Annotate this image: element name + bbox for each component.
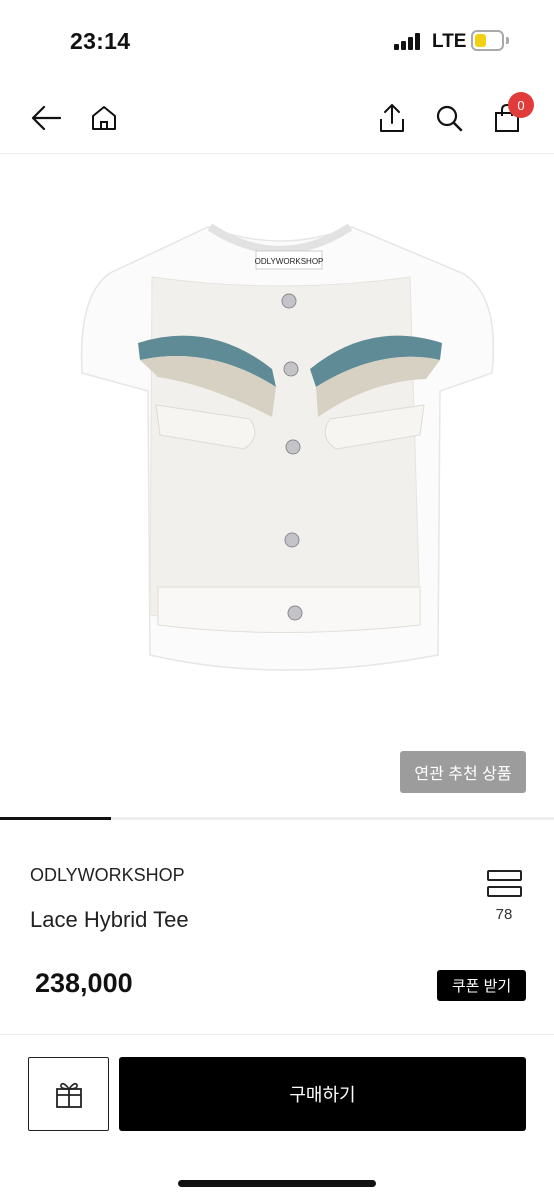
divider (0, 1034, 554, 1035)
gift-icon (55, 1082, 82, 1108)
gift-button[interactable] (28, 1057, 109, 1131)
image-progress-bar (0, 817, 554, 820)
product-image[interactable]: ODLYWORKSHOP (0, 155, 554, 817)
status-bar: 23:14 LTE (0, 0, 554, 84)
home-indicator[interactable] (178, 1180, 376, 1187)
brand-name[interactable]: ODLYWORKSHOP (30, 865, 185, 886)
arrow-left-icon[interactable] (26, 98, 66, 138)
buy-button[interactable]: 구매하기 (119, 1057, 526, 1131)
home-icon[interactable] (84, 98, 124, 138)
coupon-button[interactable]: 쿠폰 받기 (437, 970, 526, 1001)
compare-count: 78 (495, 906, 513, 923)
status-time: 23:14 (70, 28, 131, 54)
product-title: Lace Hybrid Tee (30, 907, 189, 932)
product-image-label: ODLYWORKSHOP (255, 257, 324, 266)
share-icon[interactable] (372, 98, 412, 138)
product-price: 238,000 (35, 968, 133, 998)
battery-tip (506, 37, 509, 44)
related-products-button[interactable]: 연관 추천 상품 (400, 751, 526, 793)
cart-count-badge: 0 (508, 92, 534, 118)
search-icon[interactable] (429, 98, 469, 138)
compare-icon[interactable]: 78 (484, 866, 524, 930)
nav-bar (0, 84, 554, 154)
signal-icon (394, 33, 426, 50)
product-photo: ODLYWORKSHOP (80, 223, 495, 671)
network-type: LTE (432, 31, 467, 52)
battery-icon (471, 30, 504, 51)
